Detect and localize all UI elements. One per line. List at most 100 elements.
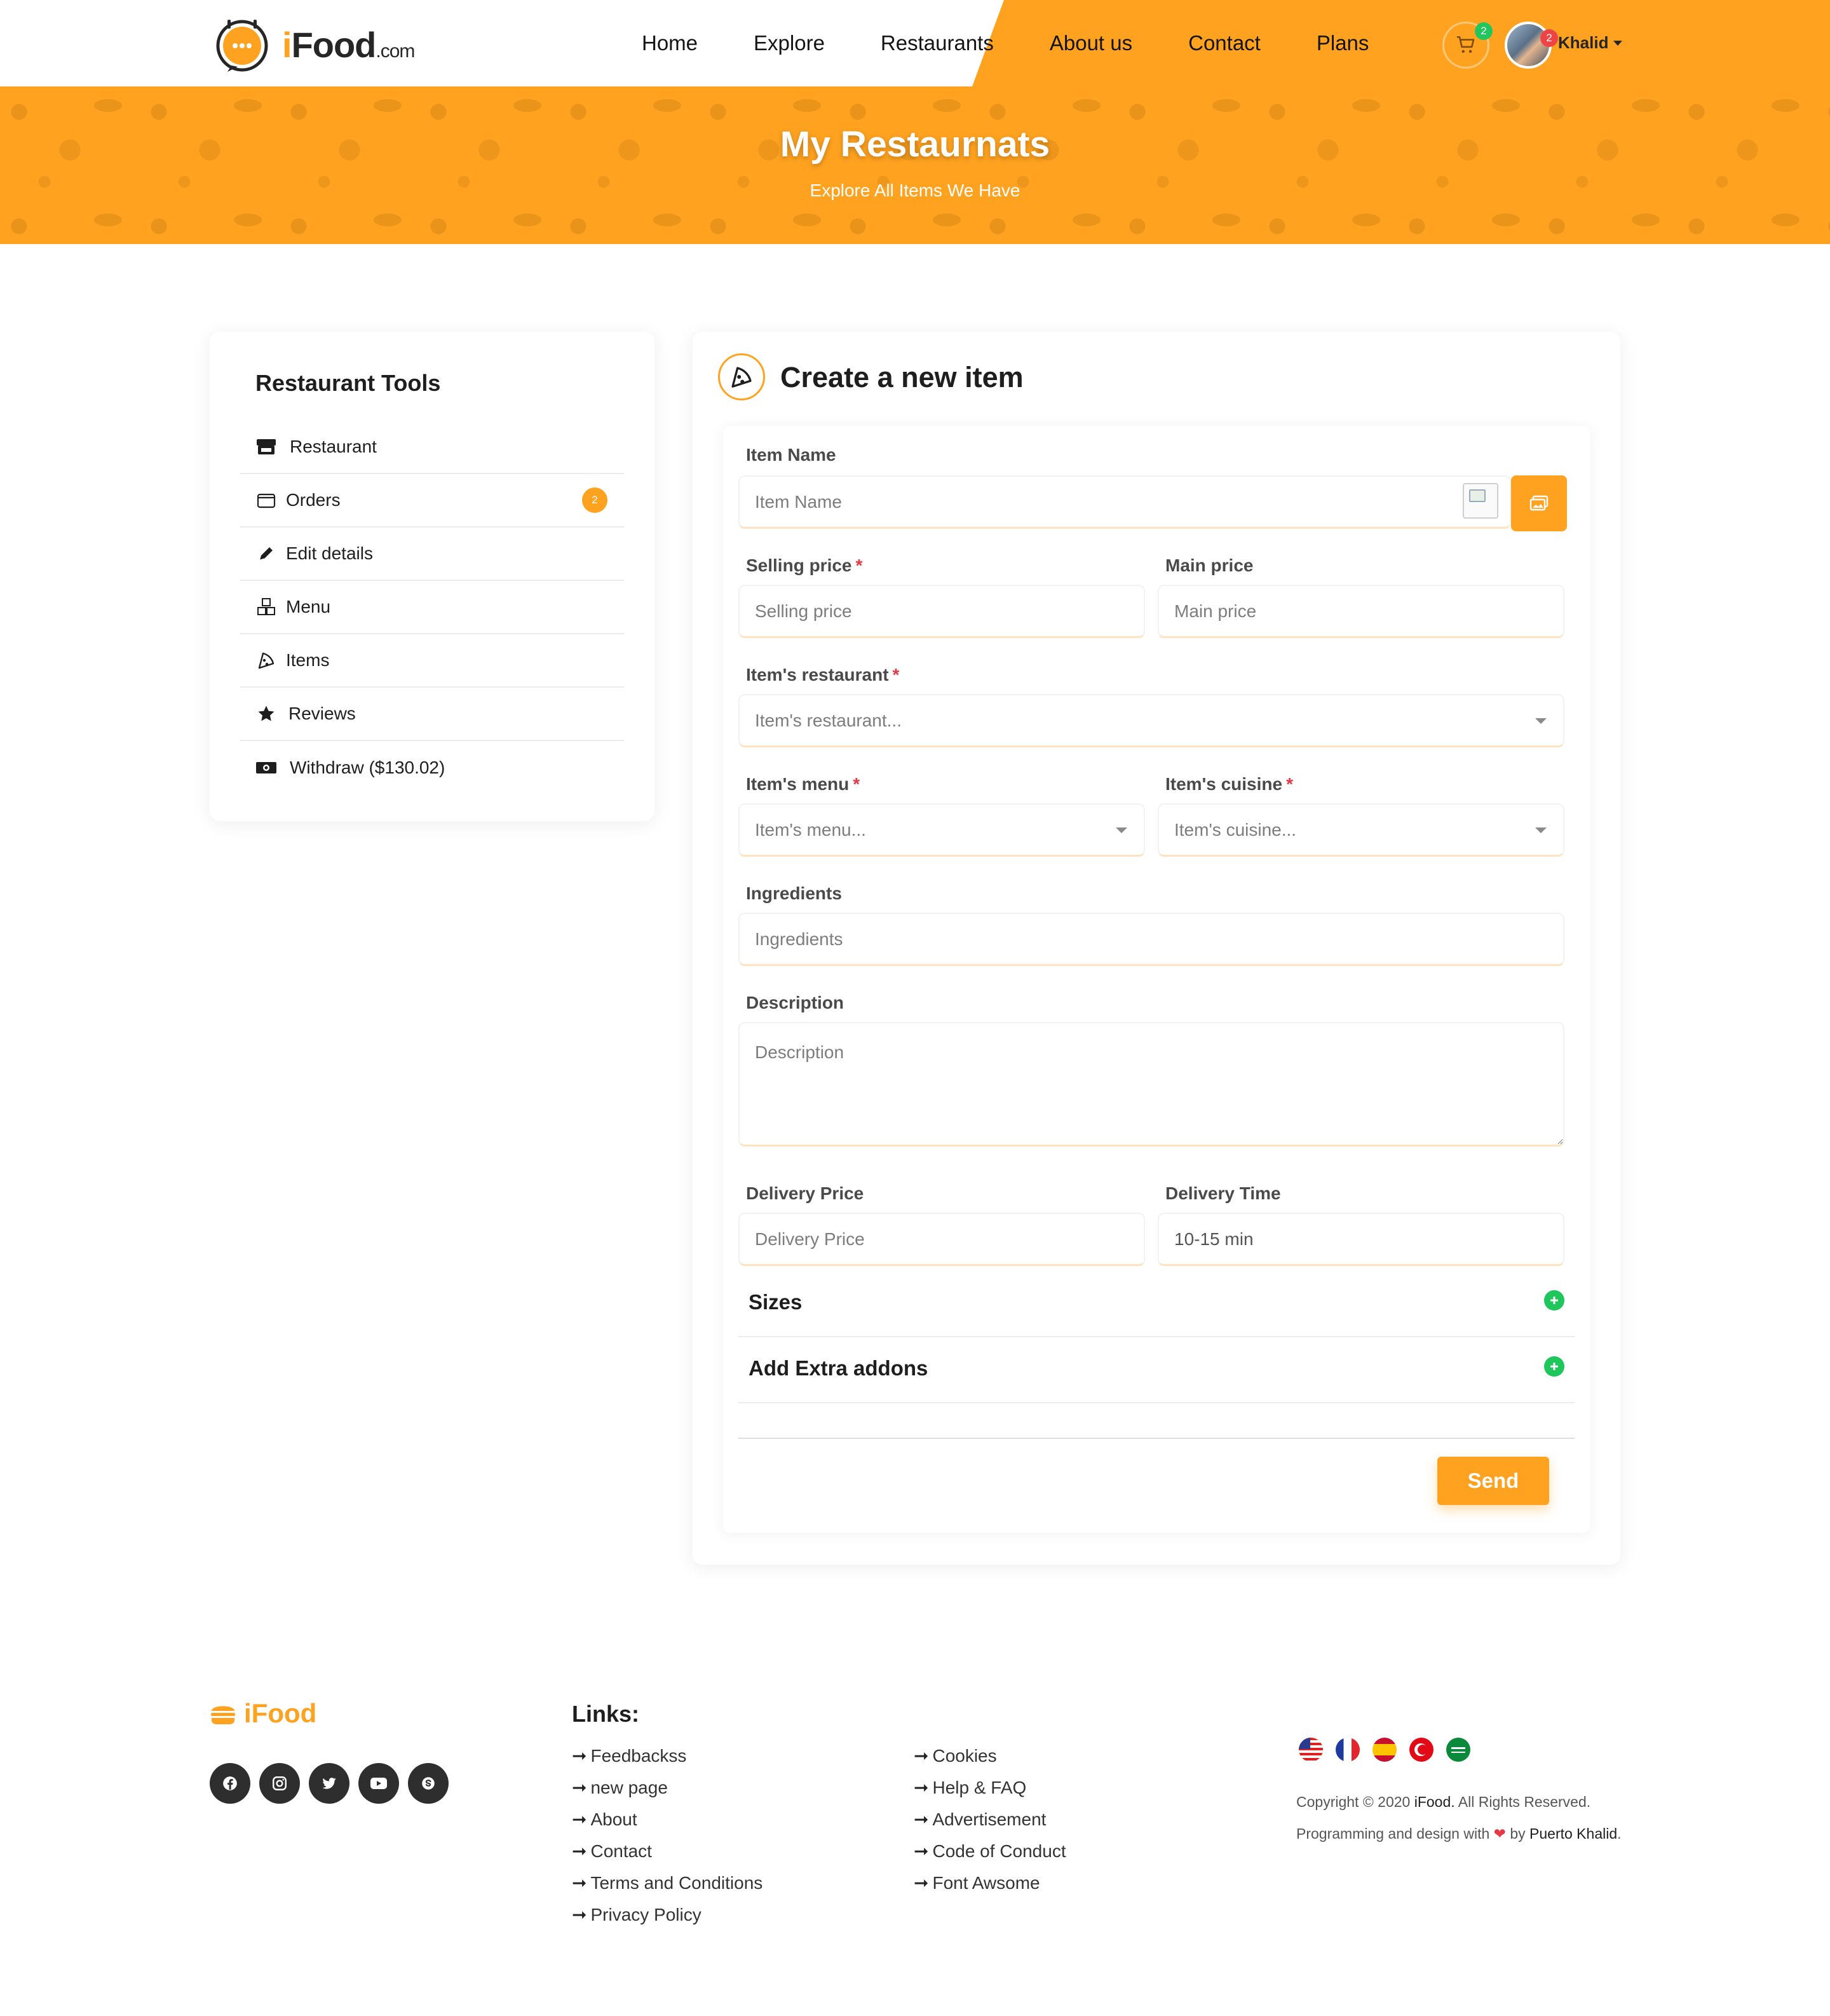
- item-name-label: Item Name: [746, 445, 836, 465]
- upload-image-button[interactable]: [1511, 475, 1567, 531]
- tool-label: Orders: [286, 490, 341, 510]
- arrow-right-icon: ➞: [572, 1905, 587, 1924]
- form-title: Create a new item: [780, 361, 1024, 393]
- restaurant-select-value: Item's restaurant...: [755, 710, 902, 730]
- menu-select[interactable]: Item's menu...: [738, 803, 1145, 857]
- main-price-input[interactable]: [1158, 585, 1564, 638]
- tool-label: Restaurant: [290, 437, 377, 456]
- us-flag[interactable]: [1299, 1738, 1323, 1762]
- pencil-icon: [255, 543, 277, 564]
- footer-link[interactable]: ➞ Cookies: [914, 1740, 1066, 1772]
- delivery-time-label: Delivery Time: [1165, 1183, 1281, 1203]
- footer-link[interactable]: ➞ Font Awsome: [914, 1867, 1066, 1899]
- logo-text: iFood.com: [282, 24, 415, 65]
- image-preview: [1463, 483, 1498, 519]
- footer-logo[interactable]: iFood: [210, 1698, 316, 1729]
- tool-item-edit-details[interactable]: Edit details: [240, 528, 624, 581]
- arrow-right-icon: ➞: [572, 1746, 587, 1766]
- skype-icon[interactable]: [408, 1763, 449, 1804]
- footer-link[interactable]: ➞ Advertisement: [914, 1804, 1066, 1836]
- footer-link[interactable]: ➞ new page: [572, 1772, 762, 1804]
- description-label: Description: [746, 993, 844, 1012]
- nav-plans[interactable]: Plans: [1317, 31, 1369, 55]
- delivery-price-label: Delivery Price: [746, 1183, 864, 1203]
- nav-explore[interactable]: Explore: [754, 31, 825, 55]
- tool-item-withdraw[interactable]: Withdraw ($130.02): [240, 741, 624, 794]
- saudi-flag[interactable]: [1446, 1738, 1470, 1762]
- instagram-icon[interactable]: [259, 1763, 300, 1804]
- tools-list: Restaurant Orders 2 Edit details Menu It…: [240, 421, 624, 794]
- tool-item-restaurant[interactable]: Restaurant: [240, 421, 624, 474]
- spain-flag[interactable]: [1372, 1738, 1397, 1762]
- arrow-right-icon: ➞: [572, 1778, 587, 1797]
- item-name-input[interactable]: [738, 475, 1511, 529]
- addons-section[interactable]: Add Extra addons: [738, 1337, 1575, 1403]
- orders-count-badge: 2: [582, 487, 607, 513]
- footer-logo-text: iFood: [244, 1698, 317, 1728]
- delivery-time-input[interactable]: [1158, 1213, 1564, 1266]
- tool-label: Edit details: [286, 543, 373, 563]
- footer-link[interactable]: ➞ Feedbackss: [572, 1740, 762, 1772]
- footer-link[interactable]: ➞ About: [572, 1804, 762, 1836]
- create-item-card: Create a new item Item Name Selling pric…: [693, 332, 1620, 1565]
- send-button[interactable]: Send: [1437, 1457, 1549, 1505]
- youtube-icon[interactable]: [358, 1763, 399, 1804]
- caret-down-icon: [1116, 828, 1127, 833]
- add-size-button[interactable]: [1544, 1290, 1564, 1311]
- delivery-price-input[interactable]: [738, 1213, 1145, 1266]
- cuisine-select[interactable]: Item's cuisine...: [1158, 803, 1564, 857]
- wallet-icon: [255, 489, 277, 511]
- nav-about-us[interactable]: About us: [1050, 31, 1132, 55]
- add-addon-button[interactable]: [1544, 1356, 1564, 1377]
- heart-icon: ❤: [1493, 1825, 1506, 1842]
- star-icon: [255, 703, 277, 725]
- ingredients-input[interactable]: [738, 913, 1564, 966]
- tool-item-items[interactable]: Items: [240, 634, 624, 688]
- notification-badge: 2: [1540, 29, 1558, 47]
- nav-home[interactable]: Home: [642, 31, 698, 55]
- cuisine-label: Item's cuisine *: [1165, 774, 1293, 794]
- tool-label: Items: [286, 650, 330, 670]
- money-bill-icon: [255, 757, 277, 779]
- tool-item-reviews[interactable]: Reviews: [240, 688, 624, 741]
- nav-restaurants[interactable]: Restaurants: [881, 31, 994, 55]
- sizes-section[interactable]: Sizes: [738, 1271, 1575, 1337]
- selling-price-input[interactable]: [738, 585, 1145, 638]
- tool-item-orders[interactable]: Orders 2: [240, 474, 624, 528]
- france-flag[interactable]: [1336, 1738, 1360, 1762]
- sizes-title: Sizes: [749, 1290, 803, 1314]
- arrow-right-icon: ➞: [572, 1841, 587, 1861]
- restaurant-select[interactable]: Item's restaurant...: [738, 694, 1564, 747]
- description-textarea[interactable]: [738, 1022, 1564, 1147]
- facebook-icon[interactable]: [210, 1763, 250, 1804]
- caret-down-icon: [1535, 718, 1547, 724]
- footer-link[interactable]: ➞ Contact: [572, 1836, 762, 1867]
- cart-button[interactable]: 2: [1442, 22, 1493, 69]
- user-menu-toggle[interactable]: Khalid: [1558, 33, 1623, 53]
- twitter-icon[interactable]: [309, 1763, 349, 1804]
- cart-count-badge: 2: [1475, 22, 1493, 40]
- footer-links-col-2: ➞ Cookies ➞ Help & FAQ ➞ Advertisement ➞ Cod…: [914, 1740, 1066, 1899]
- footer-link[interactable]: ➞ Help & FAQ: [914, 1772, 1066, 1804]
- form-divider: [738, 1438, 1575, 1439]
- cubes-icon: [255, 596, 277, 618]
- footer-link[interactable]: ➞ Privacy Policy: [572, 1899, 762, 1931]
- tool-item-menu[interactable]: Menu: [240, 581, 624, 634]
- nav-contact[interactable]: Contact: [1188, 31, 1261, 55]
- restaurant-tools-card: Restaurant Tools Restaurant Orders 2 Edi…: [210, 332, 654, 821]
- footer-link[interactable]: ➞ Code of Conduct: [914, 1836, 1066, 1867]
- turkey-flag[interactable]: [1409, 1738, 1434, 1762]
- tool-label: Withdraw ($130.02): [290, 758, 445, 777]
- site-logo[interactable]: iFood.com: [214, 14, 415, 75]
- ingredients-label: Ingredients: [746, 883, 842, 903]
- tool-label: Menu: [286, 597, 331, 616]
- caret-down-icon: [1535, 828, 1547, 833]
- footer-link[interactable]: ➞ Terms and Conditions: [572, 1867, 762, 1899]
- pizza-slice-icon: [255, 650, 277, 671]
- main-price-label: Main price: [1165, 555, 1254, 575]
- cart-icon: [1456, 36, 1475, 53]
- arrow-right-icon: ➞: [914, 1841, 929, 1861]
- selling-price-label: Selling price *: [746, 555, 863, 575]
- language-flags: [1299, 1738, 1483, 1762]
- arrow-right-icon: ➞: [572, 1873, 587, 1893]
